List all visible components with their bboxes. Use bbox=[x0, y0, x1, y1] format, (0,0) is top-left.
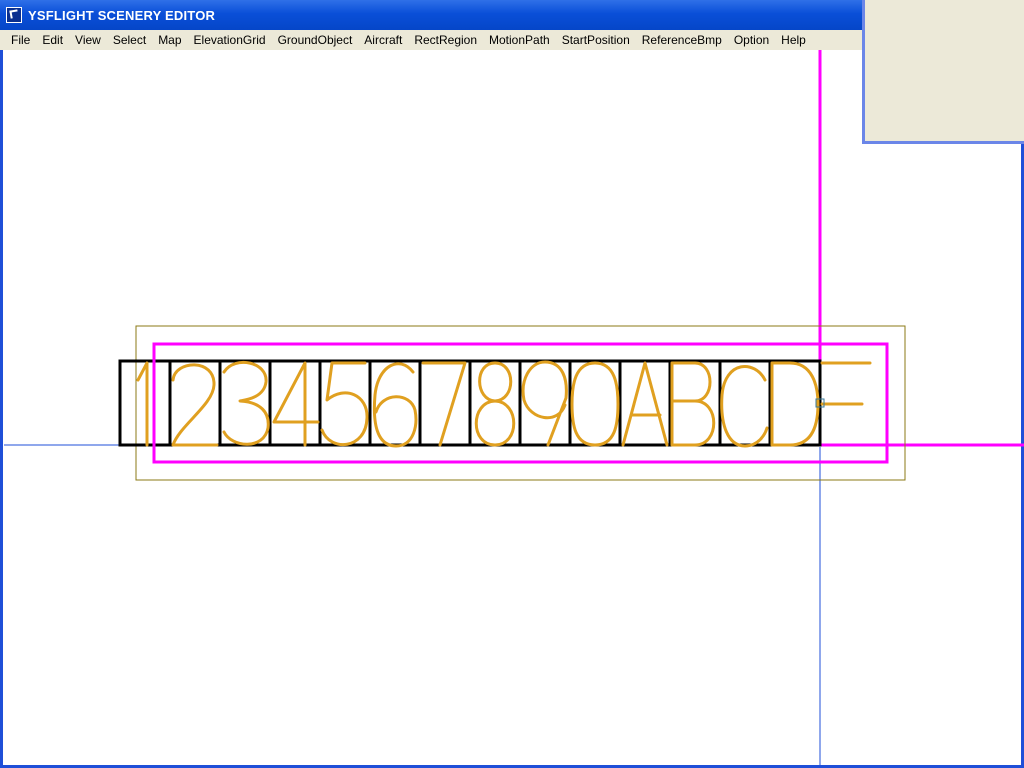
glyph-9 bbox=[521, 360, 568, 447]
glyph-B bbox=[670, 361, 716, 447]
glyph-D bbox=[770, 361, 820, 447]
glyph-A bbox=[621, 361, 669, 447]
glyph-1 bbox=[136, 361, 149, 447]
floating-panel[interactable] bbox=[862, 0, 1024, 144]
sign-glyphs bbox=[136, 360, 872, 448]
glyph-E bbox=[820, 361, 872, 406]
glyph-8 bbox=[474, 361, 516, 447]
glyph-7 bbox=[421, 361, 467, 447]
glyph-4 bbox=[272, 361, 320, 447]
glyph-6 bbox=[372, 362, 418, 448]
glyph-2 bbox=[171, 363, 219, 447]
glyph-5 bbox=[320, 361, 369, 446]
glyph-0 bbox=[570, 361, 620, 447]
glyph-3 bbox=[222, 361, 270, 446]
editor-window: YSFLIGHT SCENERY EDITOR File Edit View S… bbox=[0, 0, 1024, 768]
sign-cell-dividers bbox=[168, 361, 772, 445]
glyph-C bbox=[720, 365, 769, 448]
